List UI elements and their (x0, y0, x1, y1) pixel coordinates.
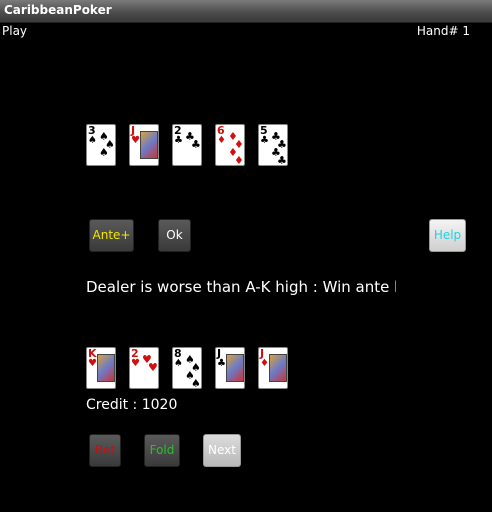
playing-card: 2 ♥ ♥ ♥ (129, 347, 159, 389)
hand-number: Hand# 1 (416, 24, 470, 38)
next-button[interactable]: Next (203, 434, 241, 467)
heart-icon: ♥ (148, 361, 158, 374)
heart-icon: ♥ (131, 358, 140, 369)
playing-card: J ♦ (258, 347, 288, 389)
playing-card: J ♥ (129, 124, 159, 166)
face-card-art (97, 354, 115, 382)
playing-card: 3 ♠ ♠ ♠ ♠ (86, 124, 116, 166)
face-card-art (140, 131, 158, 159)
club-icon: ♣ (191, 138, 201, 151)
fold-button[interactable]: Fold (144, 434, 180, 467)
play-menu[interactable]: Play (2, 24, 27, 38)
playing-card: 6 ♦ ♦ ♦ ♦ ♦ (215, 124, 245, 166)
face-card-art (226, 354, 244, 382)
diamond-icon: ♦ (234, 154, 244, 166)
spade-icon: ♠ (88, 135, 97, 146)
face-card-art (269, 354, 287, 382)
help-button[interactable]: Help (429, 219, 466, 252)
heart-icon: ♥ (131, 135, 140, 146)
credit-display: Credit : 1020 (86, 397, 178, 413)
club-icon: ♣ (174, 135, 183, 146)
playing-card: 2 ♣ ♣ ♣ (172, 124, 202, 166)
playing-card: J ♣ (215, 347, 245, 389)
club-icon: ♣ (217, 358, 226, 369)
result-message: Dealer is worse than A-K high : Win ante… (86, 278, 396, 296)
diamond-icon: ♦ (217, 135, 226, 146)
club-icon: ♣ (277, 154, 287, 166)
club-icon: ♣ (260, 135, 269, 146)
title-bar: CaribbeanPoker (0, 0, 492, 23)
window-title: CaribbeanPoker (4, 3, 112, 17)
diamond-icon: ♦ (260, 358, 269, 369)
spade-icon: ♠ (99, 146, 109, 159)
playing-card: 8 ♠ ♠ ♠ ♠ ♠ (172, 347, 202, 389)
spade-icon: ♠ (174, 358, 183, 369)
playing-card: 5 ♣ ♣ ♣ ♣ ♣ (258, 124, 288, 166)
bet-button[interactable]: Bet (89, 434, 121, 467)
ante-button[interactable]: Ante+ (89, 219, 134, 252)
heart-icon: ♥ (88, 358, 97, 369)
ok-button[interactable]: Ok (158, 219, 191, 252)
playing-card: K ♥ (86, 347, 116, 389)
spade-icon: ♠ (191, 377, 201, 389)
